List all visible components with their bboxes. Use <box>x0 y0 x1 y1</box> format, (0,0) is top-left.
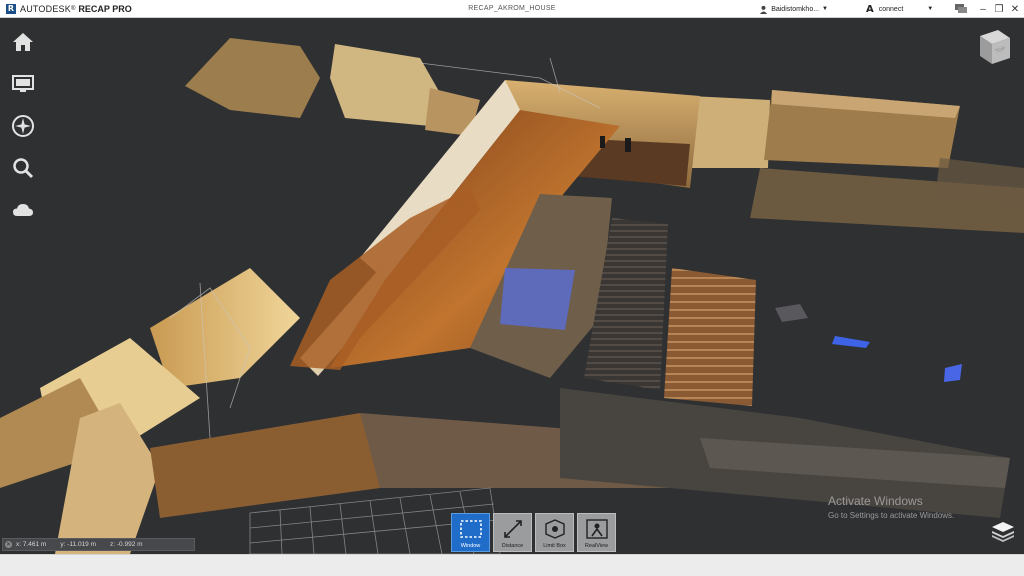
home-icon <box>13 33 33 51</box>
title-bar: R AUTODESK ® RECAP PRO RECAP_AKROM_HOUSE … <box>0 0 1024 18</box>
realview-tool[interactable]: RealView <box>577 513 616 552</box>
watermark-subtitle: Go to Settings to activate Windows. <box>828 511 955 520</box>
chat-icon[interactable] <box>954 3 968 15</box>
tool-label: Distance <box>501 543 524 549</box>
distance-tool[interactable]: Distance <box>493 513 532 552</box>
measure-toolbar: Window Distance Limit Box RealView <box>451 513 619 552</box>
tool-label: Window <box>460 543 481 549</box>
product-name: RECAP PRO <box>78 3 132 14</box>
point-cloud-scan <box>0 38 1024 554</box>
user-menu[interactable]: Baidistomkho... ▼ <box>759 5 828 14</box>
realview-icon <box>585 519 608 539</box>
limit-box-tool[interactable]: Limit Box <box>535 513 574 552</box>
user-icon <box>760 5 768 14</box>
restore-button[interactable]: ❐ <box>992 2 1006 16</box>
point-cloud-viewport[interactable]: TOP Activate Windows Go to Settings to a… <box>0 18 1024 554</box>
cloud-icon <box>13 204 33 216</box>
close-button[interactable]: ✕ <box>1008 2 1022 16</box>
status-strip <box>0 554 1024 576</box>
navigation-tools-button[interactable] <box>9 112 37 140</box>
display-settings-button[interactable] <box>9 70 37 98</box>
navigation-bar <box>8 28 38 238</box>
search-button[interactable] <box>9 154 37 182</box>
chevron-down-icon: ▼ <box>822 6 828 12</box>
home-button[interactable] <box>9 28 37 56</box>
chevron-down-icon: ▼ <box>927 6 934 12</box>
coord-x: x: 7.461 m <box>16 541 47 548</box>
connect-label: connect <box>878 5 904 13</box>
user-name: Baidistomkho... <box>771 5 820 13</box>
coord-z: z: -0.992 m <box>110 541 143 548</box>
cloud-button[interactable] <box>9 196 37 224</box>
coordinate-readout: ✕ x: 7.461 m y: -11.019 m z: -0.992 m <box>2 538 195 551</box>
limit-box-icon <box>544 519 565 539</box>
coord-y: y: -11.019 m <box>60 541 97 548</box>
search-icon <box>13 158 34 179</box>
titlebar-right: Baidistomkho... ▼ A connect ▼ – ❐ ✕ <box>759 0 1024 18</box>
tool-label: RealView <box>584 543 609 549</box>
viewcube-icon[interactable]: TOP <box>976 24 1014 68</box>
brand-name: AUTODESK <box>20 3 71 14</box>
app-brand: R AUTODESK ® RECAP PRO <box>6 3 132 14</box>
layers-icon[interactable] <box>990 520 1016 542</box>
window-select-tool[interactable]: Window <box>451 513 490 552</box>
compass-icon <box>12 115 34 137</box>
tool-label: Limit Box <box>543 543 566 549</box>
autodesk-a-icon: A <box>866 3 874 15</box>
distance-icon <box>503 520 522 538</box>
watermark-title: Activate Windows <box>828 494 923 508</box>
recap-logo-icon: R <box>6 3 16 14</box>
connect-menu[interactable]: A connect ▼ <box>866 4 948 15</box>
minimize-button[interactable]: – <box>976 2 990 16</box>
recap-app-window: R AUTODESK ® RECAP PRO RECAP_AKROM_HOUSE … <box>0 0 1024 576</box>
monitor-icon <box>12 75 34 92</box>
activation-watermark: Activate Windows Go to Settings to activ… <box>828 494 954 520</box>
close-icon[interactable]: ✕ <box>5 541 12 548</box>
window-select-icon <box>459 520 482 538</box>
